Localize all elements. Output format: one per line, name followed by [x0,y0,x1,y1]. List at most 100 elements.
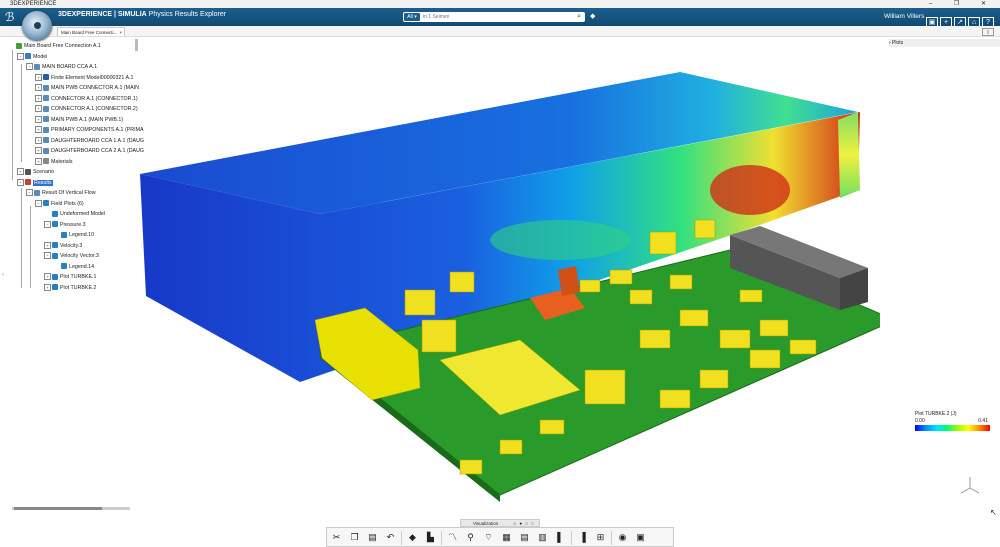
tree-connector-line [21,64,22,162]
table-icon[interactable]: ▦ [501,532,512,543]
expand-icon[interactable]: + [35,147,42,155]
tree-node-label: Legend.14 [69,263,95,270]
pane-toggle-button[interactable]: ▯ [982,28,994,36]
document-tab[interactable]: Main Board Free Connecti... × [57,27,125,36]
tree-node[interactable]: − Results [17,178,53,188]
expand-icon[interactable]: + [44,241,51,249]
flow-volume-side [838,112,860,198]
cut-icon[interactable]: ✂ [331,532,342,543]
tree-node[interactable]: − MAIN BOARD CCA A.1 [26,63,97,72]
chart-icon[interactable]: ▙ [425,532,436,543]
tree-node-icon [61,231,67,238]
tree-node[interactable]: + Scenario [17,168,54,177]
tree-node[interactable]: Main Board Free Connection A.1 [8,42,101,51]
colorize-icon[interactable]: ◉ [617,532,628,543]
scrollbar-thumb[interactable] [14,507,102,510]
expand-icon[interactable]: + [44,273,51,281]
tree-node-icon [43,147,49,154]
expand-icon[interactable]: + [35,126,42,134]
tree-node[interactable]: + PRIMARY COMPONENTS A.1 (PRIMA [35,126,144,135]
expand-icon[interactable]: + [44,283,51,291]
tree-node[interactable]: + MAIN PWB A.1 (MAIN PWB.1) [35,115,124,125]
collapse-icon[interactable]: − [26,189,33,197]
plots-panel-header[interactable]: › Plots [889,39,1000,47]
compass-play-icon[interactable] [34,22,41,29]
color-blue-icon[interactable]: ▐ [577,532,588,543]
3d-viewport[interactable] [140,40,880,510]
tree-node-icon [43,95,49,102]
expand-icon[interactable]: + [35,94,42,102]
tree-node-icon [52,221,58,228]
specification-tree: Main Board Free Connection A.1− Model − MAI… [8,42,144,293]
apply-material-icon[interactable]: ◆ [407,532,418,543]
tree-node[interactable]: − Pressure.3 [44,220,86,230]
close-tab-icon[interactable]: × [119,28,122,37]
flow-icon[interactable]: ⌔ [483,532,494,543]
tree-horizontal-scrollbar[interactable] [12,507,130,510]
tree-node-label: Finite Element Model00000321 A.1 [51,74,134,81]
tree-node[interactable]: + CONNECTOR A.1 (CONNECTOR.2) [35,105,138,114]
tree-node[interactable]: Legend.14 [53,263,94,272]
layout-icon[interactable]: ⊞ [595,532,606,543]
tree-scrollbar[interactable] [135,39,138,51]
sensor-icon[interactable]: ⚲ [465,532,476,543]
compass-widget[interactable] [22,11,52,41]
tree-node-icon [43,158,49,165]
expand-icon[interactable]: + [35,157,42,165]
ds-logo-icon[interactable]: ℬ [5,10,14,24]
tree-node[interactable]: Undeformed Model [44,210,105,219]
tree-node-icon [25,179,31,186]
collapse-icon[interactable]: − [44,220,51,228]
collapse-icon[interactable]: − [17,52,24,60]
tree-node[interactable]: + Finite Element Model00000321 A.1 [35,73,134,83]
tree-node[interactable]: − Velocity Vector.3 [44,252,99,261]
tag-icon[interactable]: ◆ [590,12,595,20]
expand-icon[interactable]: + [17,168,24,176]
user-name[interactable]: William Villers [884,13,924,20]
tree-node-label: Pressure.3 [60,221,86,228]
tree-node[interactable]: + Plot TURBKE.1 [44,273,96,282]
grid-icon[interactable]: ▥ [537,532,548,543]
tree-node-label: CONNECTOR A.1 (CONNECTOR.2) [51,106,138,112]
tree-node[interactable]: − Field Plots (6) [35,199,84,209]
capture-icon[interactable]: ▣ [635,532,646,543]
search-icon[interactable]: ⌕ [577,12,581,22]
tree-node-icon [52,284,58,291]
search-input[interactable] [423,12,573,22]
tree-node[interactable]: − Model [17,52,47,62]
axis-triad-icon[interactable] [958,474,982,498]
collapse-icon[interactable]: − [26,63,33,71]
expand-icon[interactable]: + [35,105,42,113]
collapse-icon[interactable]: − [44,252,51,260]
visualization-section-tab[interactable]: Visualization ○ ● ○ ○ [460,519,540,527]
collapse-panel-icon[interactable]: ‹ [2,272,4,278]
tree-node-icon [25,168,31,175]
tree-connector-line [30,206,31,288]
expand-icon[interactable]: + [35,84,42,92]
tree-node[interactable]: Legend.10 [53,231,94,240]
tree-node[interactable]: − Result Of Vertical Flow [26,189,96,198]
undo-icon[interactable]: ↶ [385,532,396,543]
window-controls[interactable]: – ❐ ✕ [929,0,996,8]
tree-node[interactable]: + Plot TURBKE.2 [44,283,96,293]
tree-node-icon [43,74,49,81]
tree-node[interactable]: + Velocity.3 [44,241,82,251]
search-box[interactable]: All ▾ ⌕ [403,12,585,22]
tree-node[interactable]: + DAUGHTERBOARD CCA 2 A.1 (DAUG [35,147,144,156]
paste-icon[interactable]: ▤ [367,532,378,543]
copy-icon[interactable]: ❐ [349,532,360,543]
tree-node[interactable]: + Materials [35,157,73,167]
expand-icon[interactable]: + [35,136,42,144]
plot-icon[interactable]: 〽 [447,532,458,543]
expand-icon[interactable]: + [35,115,42,123]
collapse-icon[interactable]: − [35,199,42,207]
tree-node[interactable]: + MAIN PWB CONNECTOR A.1 (MAIN [35,84,139,93]
tree-node-label: MAIN PWB A.1 (MAIN PWB.1) [51,116,124,123]
color-red-icon[interactable]: ▌ [555,532,566,543]
report-icon[interactable]: ▤ [519,532,530,543]
expand-icon[interactable]: + [35,73,42,81]
tree-node[interactable]: + DAUGHTERBOARD CCA 1 A.1 (DAUG [35,136,144,146]
tree-node[interactable]: + CONNECTOR A.1 (CONNECTOR.1) [35,94,138,104]
search-scope-dropdown[interactable]: All ▾ [404,13,420,21]
collapse-icon[interactable]: − [17,178,24,186]
